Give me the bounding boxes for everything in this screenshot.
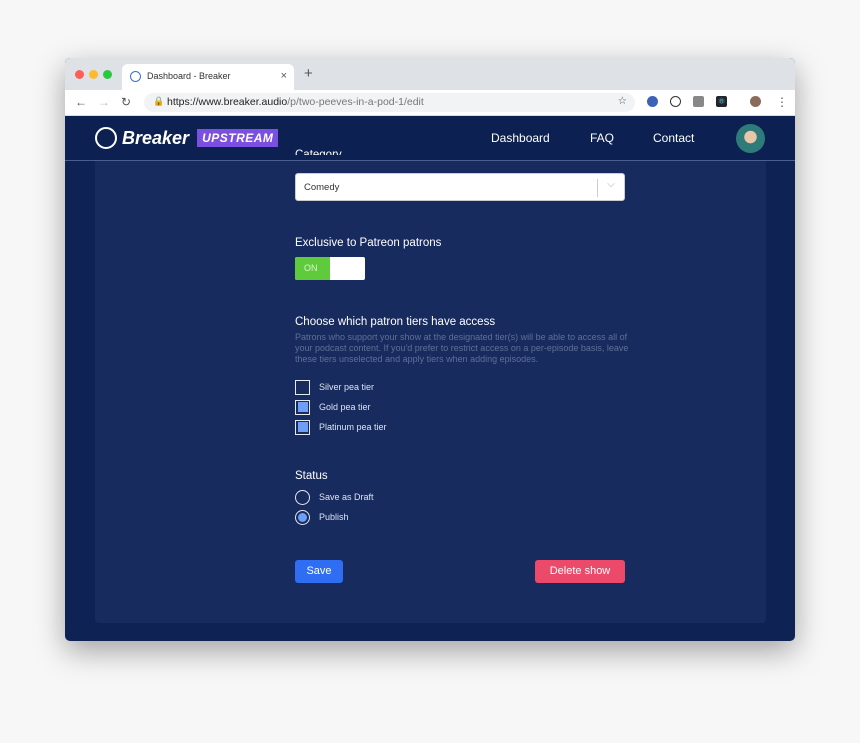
nav-link-faq[interactable]: FAQ — [590, 131, 614, 145]
status-radio-draft[interactable]: Save as Draft — [295, 487, 374, 507]
new-tab-button[interactable]: + — [304, 65, 313, 82]
delete-show-button[interactable]: Delete show — [535, 560, 625, 583]
tier-checkbox-gold[interactable]: Gold pea tier — [295, 397, 387, 417]
category-label: Category — [295, 149, 342, 155]
checkbox-checked[interactable] — [295, 399, 310, 415]
tab-title: Dashboard - Breaker — [147, 71, 231, 81]
minimize-window-button[interactable] — [89, 70, 98, 79]
tier-label: Gold pea tier — [319, 402, 371, 412]
toggle-on-label: ON — [295, 257, 330, 280]
exclusive-label: Exclusive to Patreon patrons — [295, 237, 442, 249]
browser-window: Dashboard - Breaker × + ← → ↻ 🔒 https://… — [65, 58, 795, 641]
category-value: Comedy — [304, 182, 340, 193]
tier-label: Platinum pea tier — [319, 422, 387, 432]
lock-icon: 🔒 — [153, 96, 165, 106]
checkbox[interactable] — [295, 379, 310, 395]
extension-globe-icon[interactable] — [647, 96, 658, 107]
close-window-button[interactable] — [75, 70, 84, 79]
tier-checkbox-platinum[interactable]: Platinum pea tier — [295, 417, 387, 437]
tier-label: Silver pea tier — [319, 382, 375, 392]
camera-icon[interactable] — [693, 96, 704, 107]
url-host: https://www.breaker.audio — [167, 96, 288, 108]
save-button[interactable]: Save — [295, 560, 343, 583]
radio-label: Save as Draft — [319, 492, 374, 502]
menu-kebab-icon[interactable]: ⋮ — [776, 95, 788, 109]
react-devtools-icon[interactable]: ⚛ — [716, 96, 727, 107]
profile-avatar-icon[interactable] — [750, 96, 761, 107]
chevron-down-icon: ⌵ — [597, 179, 624, 197]
nav-link-dashboard[interactable]: Dashboard — [491, 131, 550, 145]
browser-tab[interactable]: Dashboard - Breaker × — [122, 64, 294, 90]
upstream-badge: UPSTREAM — [197, 129, 279, 147]
bookmark-star-icon[interactable]: ☆ — [618, 95, 627, 107]
back-icon[interactable]: ← — [75, 95, 87, 109]
tiers-label: Choose which patron tiers have access — [295, 316, 496, 328]
status-label: Status — [295, 470, 328, 482]
user-avatar[interactable] — [736, 124, 765, 153]
site-header: Breaker UPSTREAM Dashboard FAQ Contact — [65, 116, 795, 161]
tiers-help-text: Patrons who support your show at the des… — [295, 332, 629, 364]
breaker-favicon-icon — [130, 71, 141, 82]
radio[interactable] — [295, 489, 310, 505]
breaker-logo-icon — [95, 127, 117, 149]
edit-show-card: Category Comedy ⌵ Exclusive to Patreon p… — [95, 149, 766, 623]
url-field[interactable]: 🔒 https://www.breaker.audio/p/two-peeves… — [144, 93, 635, 112]
address-bar-row: ← → ↻ 🔒 https://www.breaker.audio/p/two-… — [65, 90, 795, 116]
status-radio-group: Save as Draft Publish — [295, 487, 374, 527]
checkbox-checked[interactable] — [295, 419, 310, 435]
url-path: /p/two-peeves-in-a-pod-1/edit — [287, 96, 424, 108]
category-select[interactable]: Comedy ⌵ — [295, 173, 625, 201]
exclusive-toggle[interactable]: ON — [295, 257, 365, 280]
tier-checkbox-silver[interactable]: Silver pea tier — [295, 377, 387, 397]
maximize-window-button[interactable] — [103, 70, 112, 79]
radio-label: Publish — [319, 512, 349, 522]
brand-name: Breaker — [122, 127, 190, 148]
close-tab-icon[interactable]: × — [281, 70, 287, 82]
tab-bar: Dashboard - Breaker × + — [65, 58, 795, 90]
nav-link-contact[interactable]: Contact — [653, 131, 694, 145]
radio-selected[interactable] — [295, 509, 310, 525]
extension-info-icon[interactable] — [670, 96, 681, 107]
breaker-logo[interactable]: Breaker UPSTREAM — [95, 127, 279, 149]
forward-icon[interactable]: → — [98, 95, 110, 109]
reload-icon[interactable]: ↻ — [121, 95, 131, 109]
status-radio-publish[interactable]: Publish — [295, 507, 374, 527]
tier-list: Silver pea tier Gold pea tier Platinum p… — [295, 377, 387, 437]
